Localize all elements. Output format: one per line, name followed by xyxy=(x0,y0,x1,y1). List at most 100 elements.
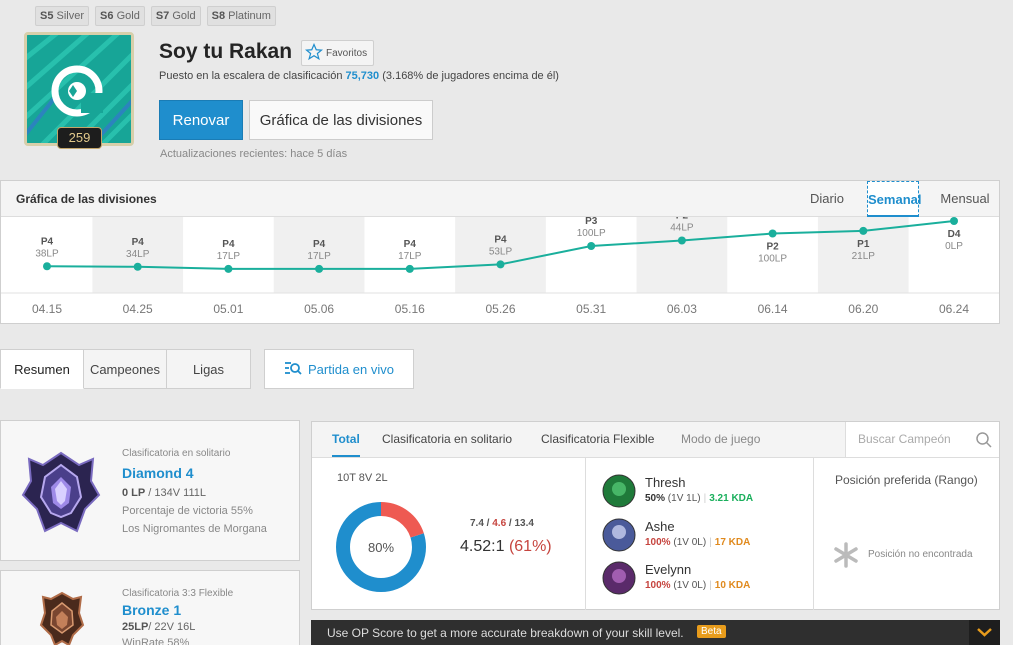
point-tier-label: P4 xyxy=(404,239,417,250)
point-lp-label: 17LP xyxy=(307,251,331,262)
search-icon[interactable] xyxy=(975,431,993,452)
ashe-portrait-icon xyxy=(602,518,636,557)
x-tick-label: 04.15 xyxy=(32,302,62,316)
rank-box-flex: Clasificatoria 3:3 Flexible Bronze 1 25L… xyxy=(0,570,300,645)
profile-tabs: Resumen Campeones Ligas xyxy=(0,349,251,389)
winrate-donut: 80% xyxy=(336,502,426,592)
winrate-label: 80% xyxy=(368,540,394,555)
lp-point xyxy=(859,226,868,235)
x-tick-label: 05.26 xyxy=(485,302,515,316)
rank-queue: Clasificatoria en solitario xyxy=(122,448,231,459)
column-divider xyxy=(813,458,814,610)
stats-tab-solo[interactable]: Clasificatoria en solitario xyxy=(382,422,512,457)
x-tick-label: 06.24 xyxy=(939,302,969,316)
division-graph-chart: P438LP04.15P434LP04.25P417LP05.01P417LP0… xyxy=(1,217,999,316)
favorite-button[interactable]: Favoritos xyxy=(301,40,374,66)
x-tick-label: 06.14 xyxy=(758,302,788,316)
point-tier-label: P4 xyxy=(41,236,54,247)
lp-point xyxy=(496,260,505,269)
diamond-emblem-icon xyxy=(21,451,101,542)
point-tier-label: P2 xyxy=(676,217,689,222)
tab-semanal[interactable]: Semanal xyxy=(867,181,921,217)
evelynn-portrait-icon xyxy=(602,561,636,600)
lp-point xyxy=(315,264,324,273)
x-tick-label: 05.06 xyxy=(304,302,334,316)
beta-badge: Beta xyxy=(697,625,726,638)
point-lp-label: 21LP xyxy=(852,251,876,262)
thresh-portrait-icon xyxy=(602,474,636,513)
division-graph-button[interactable]: Gráfica de las divisiones xyxy=(249,100,433,140)
point-lp-label: 38LP xyxy=(35,248,59,259)
point-tier-label: D4 xyxy=(948,229,961,240)
tab-campeones[interactable]: Campeones xyxy=(84,349,167,389)
op-score-banner[interactable]: Use OP Score to get a more accurate brea… xyxy=(311,620,1000,645)
rank-lp: 0 LP / 134V 111L xyxy=(122,487,206,499)
x-tick-label: 05.01 xyxy=(213,302,243,316)
division-graph-header: Gráfica de las divisiones Diario Semanal… xyxy=(1,181,999,217)
point-tier-label: P2 xyxy=(766,242,779,253)
point-lp-label: 44LP xyxy=(670,223,694,234)
op-score-text: Use OP Score to get a more accurate brea… xyxy=(327,626,684,640)
preferred-position-title: Posición preferida (Rango) xyxy=(835,473,978,487)
division-graph-panel: Gráfica de las divisiones Diario Semanal… xyxy=(0,180,1000,324)
stats-tab-game-mode[interactable]: Modo de juego xyxy=(681,422,760,457)
tab-resumen[interactable]: Resumen xyxy=(0,349,84,389)
stats-tab-total[interactable]: Total xyxy=(332,422,360,457)
point-lp-label: 53LP xyxy=(489,246,513,257)
expand-chevron-icon[interactable] xyxy=(969,620,1000,645)
column-divider xyxy=(585,458,586,610)
live-search-icon xyxy=(284,360,302,379)
summoner-name: Soy tu Rakan xyxy=(159,40,293,63)
rank-lp: 25LP/ 22V 16L xyxy=(122,621,196,633)
games-record: 10T 8V 2L xyxy=(337,472,388,484)
tab-ligas[interactable]: Ligas xyxy=(167,349,251,389)
x-tick-label: 05.31 xyxy=(576,302,606,316)
renew-button[interactable]: Renovar xyxy=(159,100,243,140)
rank-winrate: WinRate 58% xyxy=(122,637,190,645)
point-tier-label: P4 xyxy=(222,239,235,250)
lp-point xyxy=(224,264,233,273)
champion-search-input[interactable]: Buscar Campeón xyxy=(845,422,999,457)
rank-tier[interactable]: Diamond 4 xyxy=(122,465,194,481)
star-icon xyxy=(304,42,324,64)
last-updated-text: Actualizaciones recientes: hace 5 días xyxy=(160,148,348,160)
lp-point xyxy=(43,262,51,271)
point-tier-label: P4 xyxy=(313,239,326,250)
rank-box-solo: Clasificatoria en solitario Diamond 4 0 … xyxy=(0,420,300,561)
lp-point xyxy=(587,242,596,250)
season-tag: S5 Silver xyxy=(35,6,90,26)
division-graph-title: Gráfica de las divisiones xyxy=(16,192,157,206)
season-tag: S7 Gold xyxy=(150,6,201,26)
bronze-emblem-icon xyxy=(39,591,85,645)
lp-point xyxy=(677,236,686,245)
x-tick-label: 06.03 xyxy=(667,302,697,316)
rank-winrate: Porcentaje de victoria 55% xyxy=(122,505,253,517)
point-tier-label: P3 xyxy=(585,217,598,227)
recent-games-stats-panel: Total Clasificatoria en solitario Clasif… xyxy=(311,421,1000,610)
favorite-label: Favoritos xyxy=(326,47,368,59)
rank-league-name: Los Nigromantes de Morgana xyxy=(122,523,267,535)
ladder-rank-text: Puesto en la escalera de clasificación 7… xyxy=(159,70,559,82)
lp-point xyxy=(768,229,777,238)
kda-ratio: 4.52:1 (61%) xyxy=(460,538,552,555)
point-lp-label: 34LP xyxy=(126,249,150,260)
lp-point xyxy=(405,264,414,273)
asterisk-icon xyxy=(833,542,859,573)
ladder-rank-link[interactable]: 75,730 xyxy=(346,70,380,82)
point-lp-label: 100LP xyxy=(758,254,787,265)
x-tick-label: 06.20 xyxy=(848,302,878,316)
point-tier-label: P4 xyxy=(494,234,507,245)
rank-tier[interactable]: Bronze 1 xyxy=(122,602,181,618)
live-game-button[interactable]: Partida en vivo xyxy=(264,349,414,389)
tab-diario[interactable]: Diario xyxy=(799,181,855,217)
lp-point xyxy=(950,217,958,225)
x-tick-label: 04.25 xyxy=(123,302,153,316)
stats-tab-flex[interactable]: Clasificatoria Flexible xyxy=(541,422,654,457)
point-lp-label: 17LP xyxy=(217,251,241,262)
point-lp-label: 100LP xyxy=(577,228,606,239)
rank-queue: Clasificatoria 3:3 Flexible xyxy=(122,588,234,599)
tab-mensual[interactable]: Mensual xyxy=(933,181,997,217)
point-lp-label: 17LP xyxy=(398,251,422,262)
point-tier-label: P4 xyxy=(132,237,145,248)
kda-breakdown: 7.4 / 4.6 / 13.4 xyxy=(470,518,534,529)
